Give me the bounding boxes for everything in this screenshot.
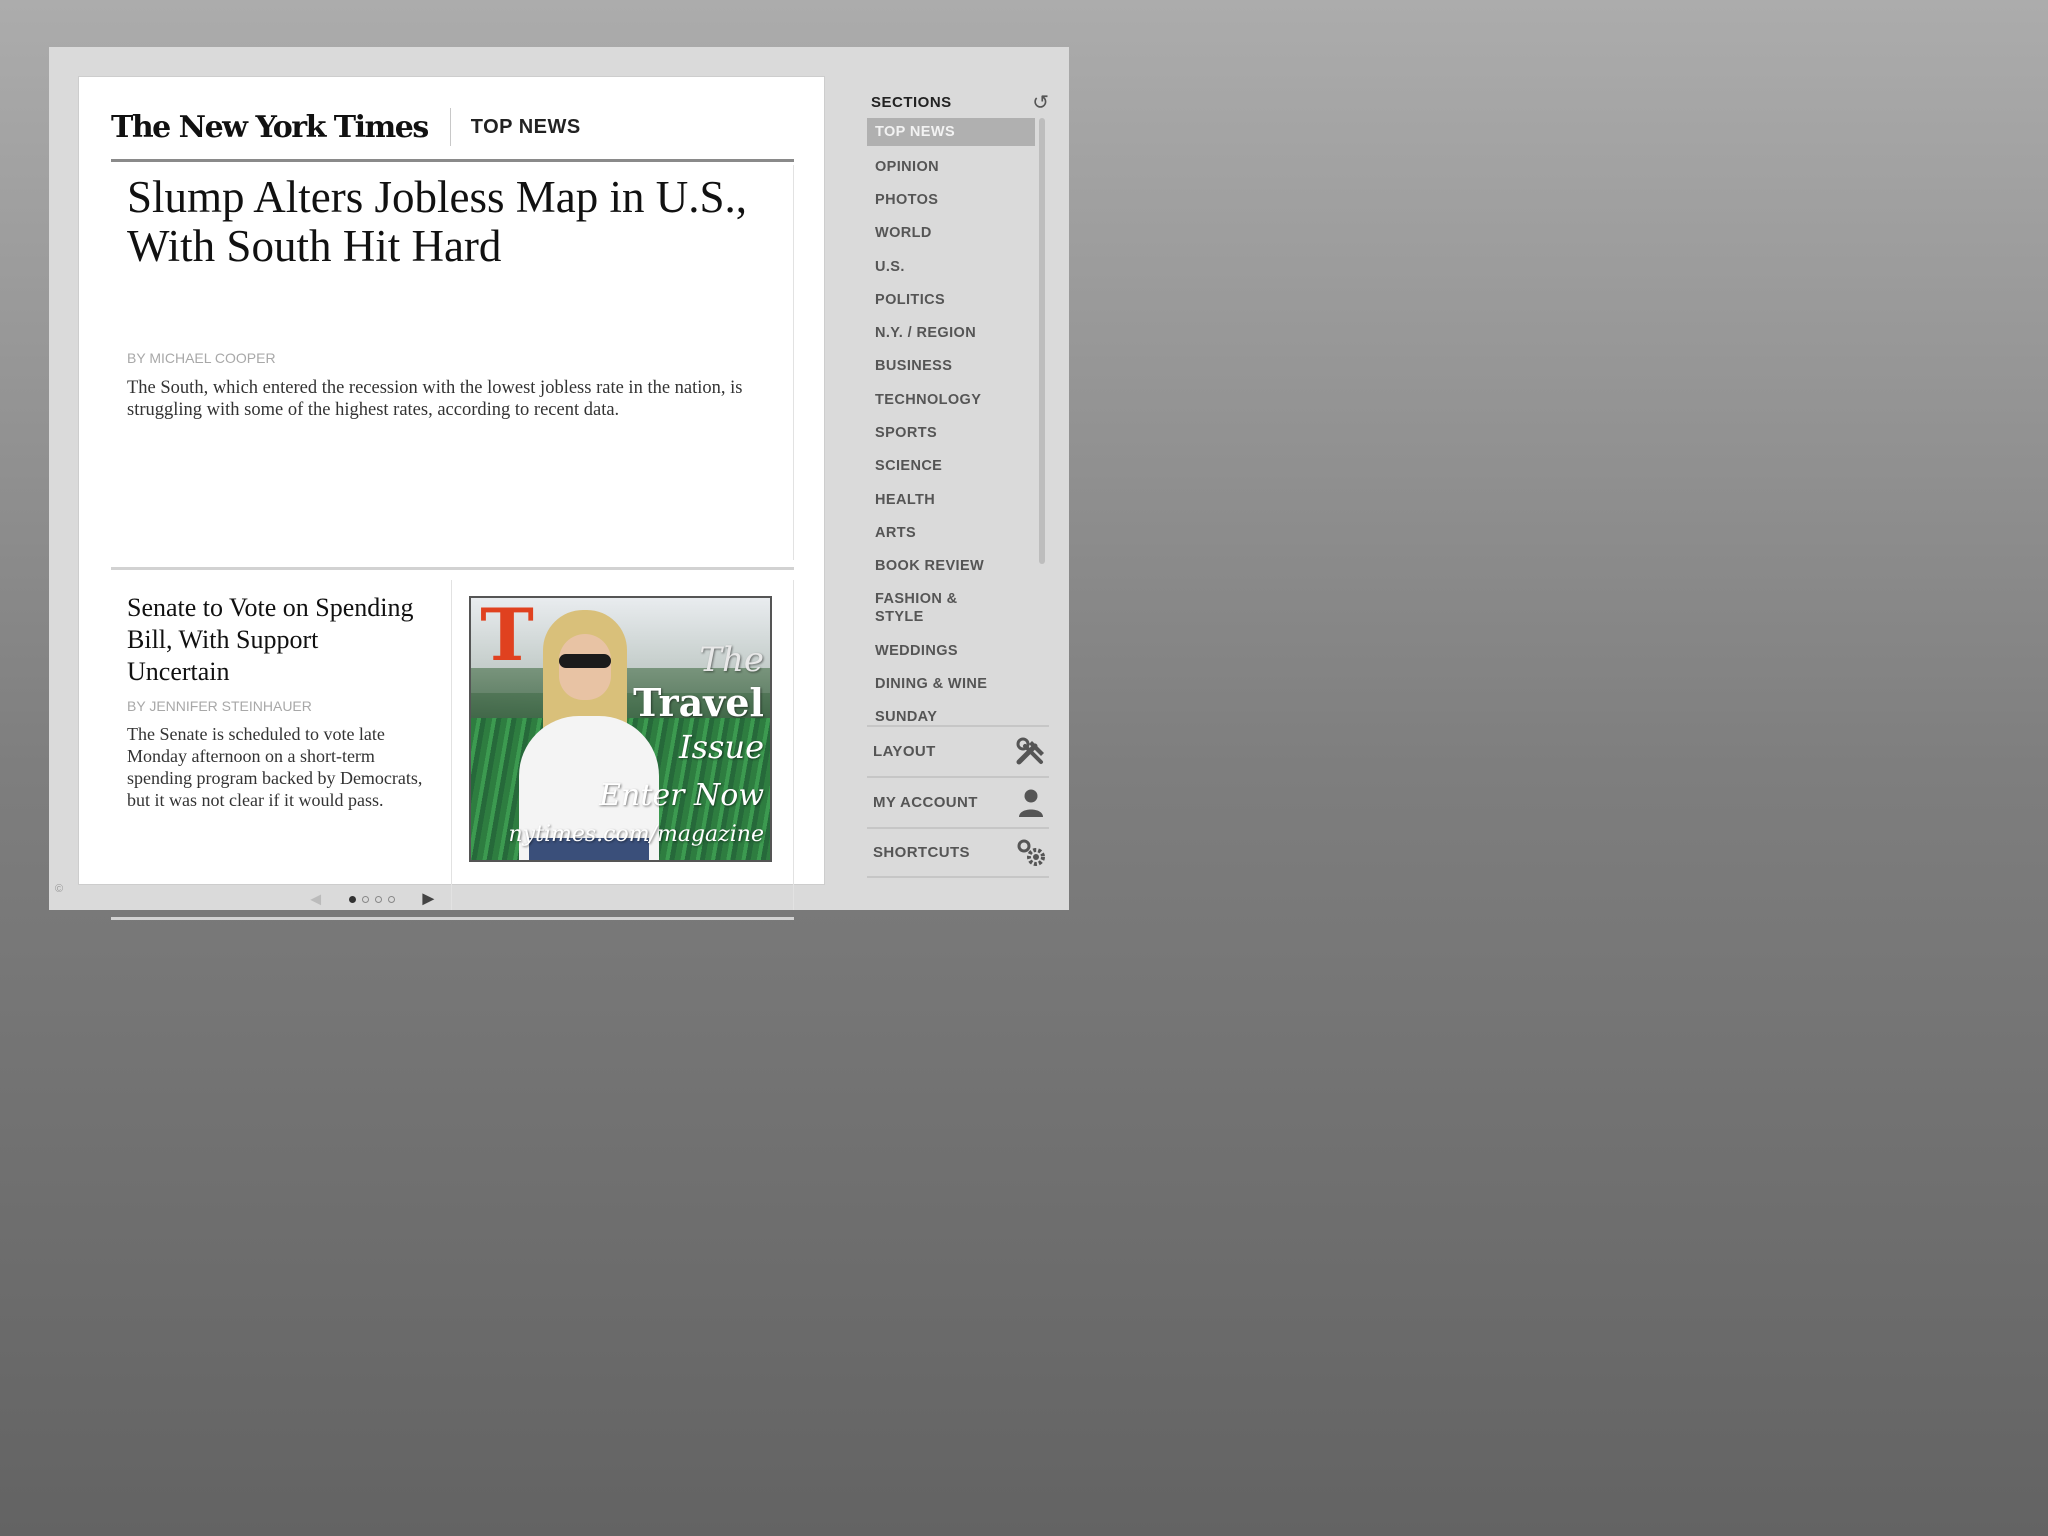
ad-text-issue: Issue (678, 728, 764, 766)
nyt-logo[interactable]: The New York Times (111, 110, 450, 145)
sidebar-item-fashion-style[interactable]: FASHION & STYLE (867, 583, 987, 634)
my-account-button[interactable]: MY ACCOUNT (867, 776, 1049, 827)
person-icon (1013, 787, 1049, 819)
sidebar-title: SECTIONS (871, 93, 952, 111)
content-panel: The New York Times TOP NEWS Slump Alters… (78, 76, 825, 920)
shortcuts-label: SHORTCUTS (873, 844, 970, 861)
lead-story[interactable]: Slump Alters Jobless Map in U.S., With S… (111, 165, 794, 570)
sidebar-item-weddings[interactable]: WEDDINGS (867, 634, 1035, 667)
t-magazine-logo: T (480, 596, 534, 677)
page-dots (348, 895, 395, 903)
page-pager: ◄ ► (0, 888, 746, 911)
gears-icon (1013, 837, 1049, 869)
story-summary: The Senate is scheduled to vote late Mon… (127, 724, 423, 810)
ad-text-travel: Travel (633, 680, 764, 725)
story-headline[interactable]: Senate to Vote on Spending Bill, With Su… (127, 592, 427, 688)
sidebar-item-book-review[interactable]: BOOK REVIEW (867, 550, 1035, 583)
sidebar-item-opinion[interactable]: OPINION (867, 150, 1035, 183)
tools-icon (1013, 736, 1049, 768)
sidebar-item-health[interactable]: HEALTH (867, 483, 1035, 516)
shortcuts-button[interactable]: SHORTCUTS (867, 827, 1049, 878)
divider (793, 165, 794, 560)
my-account-label: MY ACCOUNT (873, 794, 978, 811)
sidebar-scrollbar[interactable] (1039, 118, 1045, 564)
column-divider (451, 580, 452, 910)
ad-text-enter-now: Enter Now (599, 778, 764, 813)
sidebar-item-top-news[interactable]: TOP NEWS (867, 118, 1035, 146)
sidebar-item-technology[interactable]: TECHNOLOGY (867, 383, 1035, 416)
page-dot[interactable] (361, 895, 369, 903)
page-dot[interactable] (374, 895, 382, 903)
divider (793, 580, 794, 910)
refresh-icon[interactable]: ↺ (1032, 90, 1049, 115)
sidebar-item-sports[interactable]: SPORTS (867, 416, 1035, 449)
sections-sidebar: SECTIONS ↺ TOP NEWS OPINION PHOTOS WORLD… (857, 76, 1069, 910)
sidebar-item-politics[interactable]: POLITICS (867, 283, 1035, 316)
sidebar-item-us[interactable]: U.S. (867, 250, 1035, 283)
section-list: TOP NEWS OPINION PHOTOS WORLD U.S. POLIT… (867, 118, 1035, 734)
story-byline: BY JENNIFER STEINHAUER (127, 698, 312, 714)
sidebar-item-business[interactable]: BUSINESS (867, 350, 1035, 383)
sidebar-header: SECTIONS ↺ (871, 90, 1049, 114)
lead-headline[interactable]: Slump Alters Jobless Map in U.S., With S… (127, 173, 787, 271)
lead-summary: The South, which entered the recession w… (127, 378, 743, 420)
sidebar-item-world[interactable]: WORLD (867, 217, 1035, 250)
sidebar-actions: LAYOUT MY ACCOUNT SHORTCUTS (867, 725, 1049, 878)
sidebar-item-photos[interactable]: PHOTOS (867, 183, 1035, 216)
page-dot[interactable] (348, 895, 356, 903)
masthead-divider (449, 108, 451, 146)
ad-text-url: nytimes.com/magazine (508, 822, 764, 847)
sidebar-item-ny-region[interactable]: N.Y. / REGION (867, 316, 1035, 349)
page-dot[interactable] (387, 895, 395, 903)
layout-button[interactable]: LAYOUT (867, 725, 1049, 776)
ad-text-the: The (699, 640, 764, 680)
second-story[interactable]: Senate to Vote on Spending Bill, With Su… (111, 580, 794, 920)
current-section-title: TOP NEWS (470, 115, 581, 138)
app-window: The New York Times TOP NEWS Slump Alters… (49, 47, 1069, 920)
ad-model-sunglasses (559, 654, 611, 668)
prev-page-arrow[interactable]: ◄ (307, 889, 325, 910)
layout-label: LAYOUT (873, 743, 936, 760)
lead-byline: BY MICHAEL COOPER (127, 350, 276, 366)
sidebar-item-arts[interactable]: ARTS (867, 516, 1035, 549)
sidebar-item-dining-wine[interactable]: DINING & WINE (867, 667, 1035, 700)
travel-issue-ad[interactable]: T The Travel Issue Enter Now nytimes.com… (469, 596, 772, 862)
copyright-mark: © (55, 883, 64, 895)
next-page-arrow[interactable]: ► (419, 888, 439, 911)
masthead: The New York Times TOP NEWS (111, 95, 794, 162)
sidebar-item-science[interactable]: SCIENCE (867, 450, 1035, 483)
